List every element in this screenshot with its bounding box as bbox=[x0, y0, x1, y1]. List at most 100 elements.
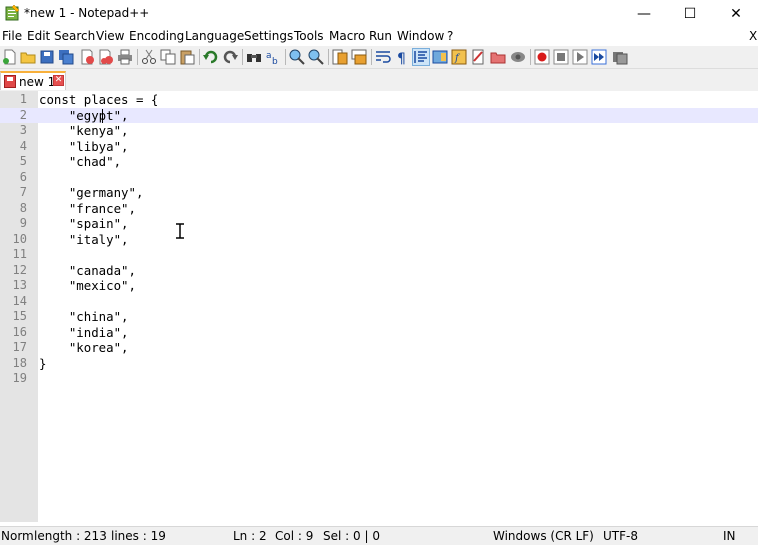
menu-run[interactable]: Run bbox=[369, 29, 392, 43]
toolbar-separator bbox=[199, 49, 200, 65]
svg-text:¶: ¶ bbox=[397, 51, 406, 65]
code-line[interactable]: 17 "korea", bbox=[0, 340, 758, 356]
line-number: 6 bbox=[19, 169, 27, 184]
stop-macro-icon[interactable] bbox=[553, 49, 569, 65]
new-file-icon[interactable] bbox=[2, 49, 18, 65]
code-line[interactable]: 4 "libya", bbox=[0, 139, 758, 155]
minimize-button[interactable]: — bbox=[621, 0, 667, 27]
code-line[interactable]: 9 "spain", bbox=[0, 216, 758, 232]
menu-edit[interactable]: Edit bbox=[27, 29, 50, 43]
code-line[interactable]: 6 bbox=[0, 170, 758, 186]
save-icon[interactable] bbox=[39, 49, 55, 65]
status-insert-mode[interactable]: IN bbox=[723, 529, 736, 543]
zoom-in-icon[interactable] bbox=[289, 49, 305, 65]
menu-encoding[interactable]: Encoding bbox=[129, 29, 184, 43]
folder-as-workspace-icon[interactable] bbox=[470, 49, 486, 65]
code-line[interactable]: 19 bbox=[0, 371, 758, 387]
replace-icon[interactable]: ab bbox=[265, 49, 281, 65]
maximize-button[interactable]: ☐ bbox=[667, 0, 713, 27]
tab-new-1[interactable]: new 1 ✕ bbox=[0, 71, 66, 90]
copy-icon[interactable] bbox=[160, 49, 176, 65]
show-all-characters-icon[interactable]: ¶ bbox=[394, 49, 410, 65]
close-icon: ✕ bbox=[730, 5, 742, 22]
status-length: length : 213 bbox=[34, 529, 107, 543]
doc-map-icon[interactable] bbox=[432, 49, 448, 65]
toolbar-separator bbox=[371, 49, 372, 65]
monitoring-icon[interactable] bbox=[490, 49, 506, 65]
undo-icon[interactable] bbox=[203, 49, 219, 65]
print-icon[interactable] bbox=[117, 49, 133, 65]
title-bar[interactable]: *new 1 - Notepad++ — ☐ ✕ bbox=[0, 0, 758, 27]
toolbar: ab ¶ f bbox=[0, 46, 758, 69]
zoom-out-icon[interactable] bbox=[308, 49, 324, 65]
code-line[interactable]: 18} bbox=[0, 356, 758, 372]
code-line[interactable]: 11 bbox=[0, 247, 758, 263]
word-wrap-icon[interactable] bbox=[375, 49, 391, 65]
menu-view[interactable]: View bbox=[96, 29, 124, 43]
menu-help[interactable]: ? bbox=[447, 29, 453, 43]
close-window-button[interactable]: ✕ bbox=[713, 0, 758, 27]
cut-icon[interactable] bbox=[141, 49, 157, 65]
tab-close-icon[interactable]: ✕ bbox=[53, 75, 64, 86]
toolbar-separator bbox=[328, 49, 329, 65]
line-number: 2 bbox=[19, 107, 27, 122]
record-macro-icon[interactable] bbox=[534, 49, 550, 65]
editor-area[interactable]: 1 const places = {2 "egypt", 3 "kenya", 4 "… bbox=[0, 91, 758, 522]
menu-macro[interactable]: Macro bbox=[329, 29, 365, 43]
code-line[interactable]: 8 "france", bbox=[0, 201, 758, 217]
menu-language[interactable]: Language bbox=[185, 29, 244, 43]
menu-settings[interactable]: Settings bbox=[244, 29, 293, 43]
play-macro-icon[interactable] bbox=[572, 49, 588, 65]
save-macro-icon[interactable] bbox=[612, 49, 628, 65]
find-icon[interactable] bbox=[246, 49, 262, 65]
toolbar-separator bbox=[242, 49, 243, 65]
code-line[interactable]: 10 "italy", bbox=[0, 232, 758, 248]
code-line[interactable]: 12 "canada", bbox=[0, 263, 758, 279]
code-line[interactable]: 13 "mexico", bbox=[0, 278, 758, 294]
sync-horizontal-icon[interactable] bbox=[351, 49, 367, 65]
menu-file[interactable]: File bbox=[2, 29, 22, 43]
code-line[interactable]: 7 "germany", bbox=[0, 185, 758, 201]
code-text: "chad", bbox=[39, 154, 122, 169]
code-text: const places = { bbox=[39, 92, 159, 107]
code-line[interactable]: 3 "kenya", bbox=[0, 123, 758, 139]
code-line[interactable]: 2 "egypt", bbox=[0, 107, 758, 123]
code-line[interactable]: 15 "china", bbox=[0, 309, 758, 325]
menu-window[interactable]: Window bbox=[397, 29, 444, 43]
indent-guide-icon[interactable] bbox=[412, 48, 430, 66]
code-text: "egypt", bbox=[39, 107, 129, 123]
code-line[interactable]: 1 const places = { bbox=[0, 92, 758, 108]
redo-icon[interactable] bbox=[222, 49, 238, 65]
menu-search[interactable]: Search bbox=[54, 29, 95, 43]
function-list-icon[interactable]: f bbox=[451, 49, 467, 65]
sync-vertical-icon[interactable] bbox=[332, 49, 348, 65]
code-text: "canada", bbox=[39, 262, 136, 278]
toolbar-separator bbox=[530, 49, 531, 65]
code-text: "china", bbox=[39, 309, 129, 324]
notepadpp-app-icon[interactable] bbox=[5, 5, 20, 21]
status-encoding[interactable]: UTF-8 bbox=[603, 529, 638, 543]
status-eol[interactable]: Windows (CR LF) bbox=[493, 529, 594, 543]
line-number: 3 bbox=[19, 123, 27, 137]
open-file-icon[interactable] bbox=[20, 49, 36, 65]
window-title: *new 1 - Notepad++ bbox=[24, 6, 150, 20]
code-line[interactable]: 14 bbox=[0, 294, 758, 310]
svg-text:a: a bbox=[266, 51, 272, 61]
run-macro-multiple-icon[interactable] bbox=[591, 49, 607, 65]
code-line[interactable]: 16 "india", bbox=[0, 325, 758, 341]
paste-icon[interactable] bbox=[179, 49, 195, 65]
menu-tools[interactable]: Tools bbox=[294, 29, 324, 43]
save-all-icon[interactable] bbox=[58, 49, 74, 65]
status-lines: lines : 19 bbox=[111, 529, 166, 543]
close-document-button[interactable]: X bbox=[749, 29, 757, 43]
line-number: 1 bbox=[19, 92, 27, 106]
line-number: 5 bbox=[19, 154, 27, 168]
mouse-ibeam-cursor-icon bbox=[176, 223, 184, 239]
code-line[interactable]: 5 "chad", bbox=[0, 154, 758, 170]
line-number: 18 bbox=[12, 355, 27, 370]
close-all-icon[interactable] bbox=[98, 49, 114, 65]
monitoring-eye-icon[interactable] bbox=[510, 49, 526, 65]
close-file-icon[interactable] bbox=[79, 49, 95, 65]
line-number: 12 bbox=[12, 262, 27, 277]
svg-text:b: b bbox=[272, 57, 278, 65]
